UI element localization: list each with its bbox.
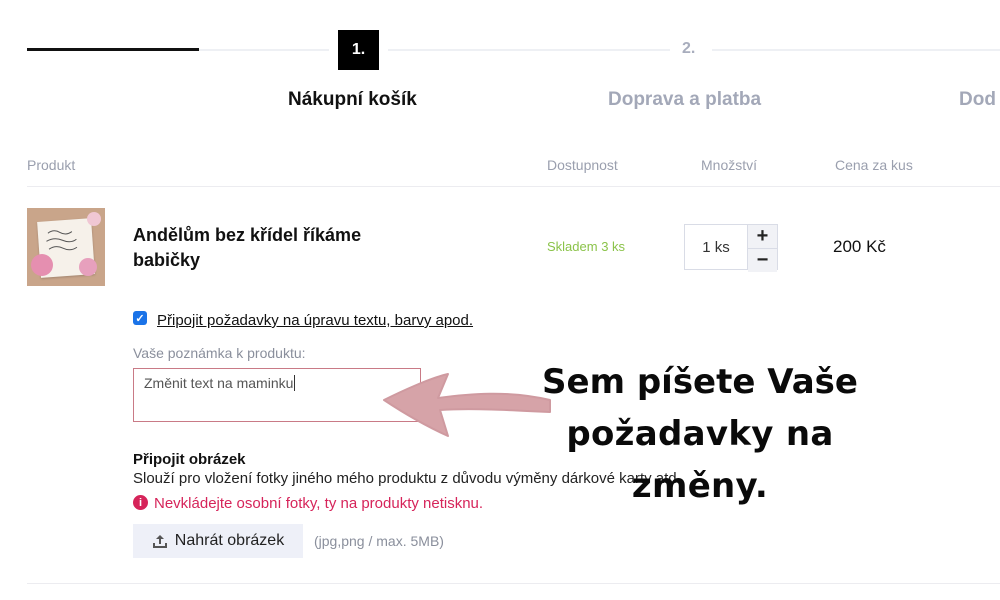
step-progress-done (27, 48, 199, 51)
upload-icon (152, 533, 168, 549)
row-divider (27, 583, 1000, 584)
plus-icon: + (756, 225, 769, 247)
step-1-badge[interactable]: 1. (338, 30, 379, 70)
unit-price: 200 Kč (833, 237, 886, 256)
column-header-product: Produkt (27, 157, 76, 173)
flower-decoration (87, 212, 101, 226)
annotation-line-2: požadavky na změny. (566, 414, 834, 506)
step-2-number[interactable]: 2. (682, 40, 695, 58)
quantity-input[interactable]: 1 ks (685, 225, 748, 269)
header-divider (27, 186, 1000, 187)
upload-image-button[interactable]: Nahrát obrázek (133, 524, 303, 558)
flower-decoration (79, 258, 97, 276)
note-field-label: Vaše poznámka k produktu: (133, 345, 306, 361)
info-warning-icon: i (133, 495, 148, 510)
column-header-unit-price: Cena za kus (835, 157, 913, 173)
stock-status: Skladem 3 ks (547, 239, 626, 254)
attach-image-title: Připojit obrázek (133, 451, 246, 468)
step-progress-track (712, 49, 1000, 51)
quantity-decrease-button[interactable]: − (748, 249, 777, 272)
note-text: Změnit text na maminku (144, 375, 294, 391)
product-name-link[interactable]: Andělům bez křídel říkáme babičky (133, 223, 393, 273)
upload-button-label: Nahrát obrázek (174, 532, 285, 549)
upload-format-hint: (jpg,png / max. 5MB) (314, 533, 444, 549)
quantity-stepper[interactable]: 1 ks + − (684, 224, 778, 272)
annotation-line-1: Sem píšete Vaše (542, 362, 858, 402)
column-header-quantity: Množství (701, 157, 758, 173)
annotation-callout: Sem píšete Vaše požadavky na změny. (500, 356, 900, 512)
checkmark-icon: ✓ (135, 312, 145, 325)
column-header-availability: Dostupnost (547, 157, 618, 173)
step-1-label[interactable]: Nákupní košík (288, 89, 417, 111)
quantity-increase-button[interactable]: + (748, 225, 777, 249)
minus-icon: − (756, 249, 769, 271)
product-thumbnail[interactable] (27, 208, 105, 286)
text-cursor (294, 375, 296, 391)
step-2-label[interactable]: Doprava a platba (608, 89, 761, 111)
step-progress-track (388, 49, 670, 51)
step-3-label[interactable]: Dod (959, 89, 996, 111)
customization-checkbox[interactable]: ✓ (133, 311, 147, 325)
step-progress-track (199, 49, 329, 51)
customization-checkbox-label[interactable]: Připojit požadavky na úpravu textu, barv… (157, 312, 473, 329)
photo-warning-text: Nevkládejte osobní fotky, ty na produkty… (154, 495, 484, 512)
flower-decoration (31, 254, 53, 276)
